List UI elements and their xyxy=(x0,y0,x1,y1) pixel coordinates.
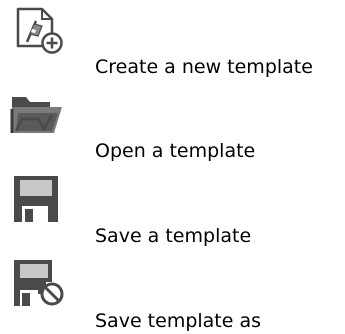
legend-item-create-template: Create a new template xyxy=(0,0,345,80)
legend-label: Save template as xyxy=(95,310,262,332)
legend-item-open-template: Open a template xyxy=(0,85,345,165)
new-template-icon[interactable] xyxy=(8,6,68,62)
legend-item-save-template-as: Save template as xyxy=(0,252,345,332)
legend-item-save-template: Save a template xyxy=(0,168,345,248)
legend-label: Save a template xyxy=(95,225,252,247)
legend-label: Open a template xyxy=(95,140,256,162)
legend-label: Create a new template xyxy=(95,56,313,78)
save-disk-icon[interactable] xyxy=(8,172,68,228)
open-folder-icon[interactable] xyxy=(8,89,68,145)
save-as-disk-icon[interactable] xyxy=(8,256,68,312)
